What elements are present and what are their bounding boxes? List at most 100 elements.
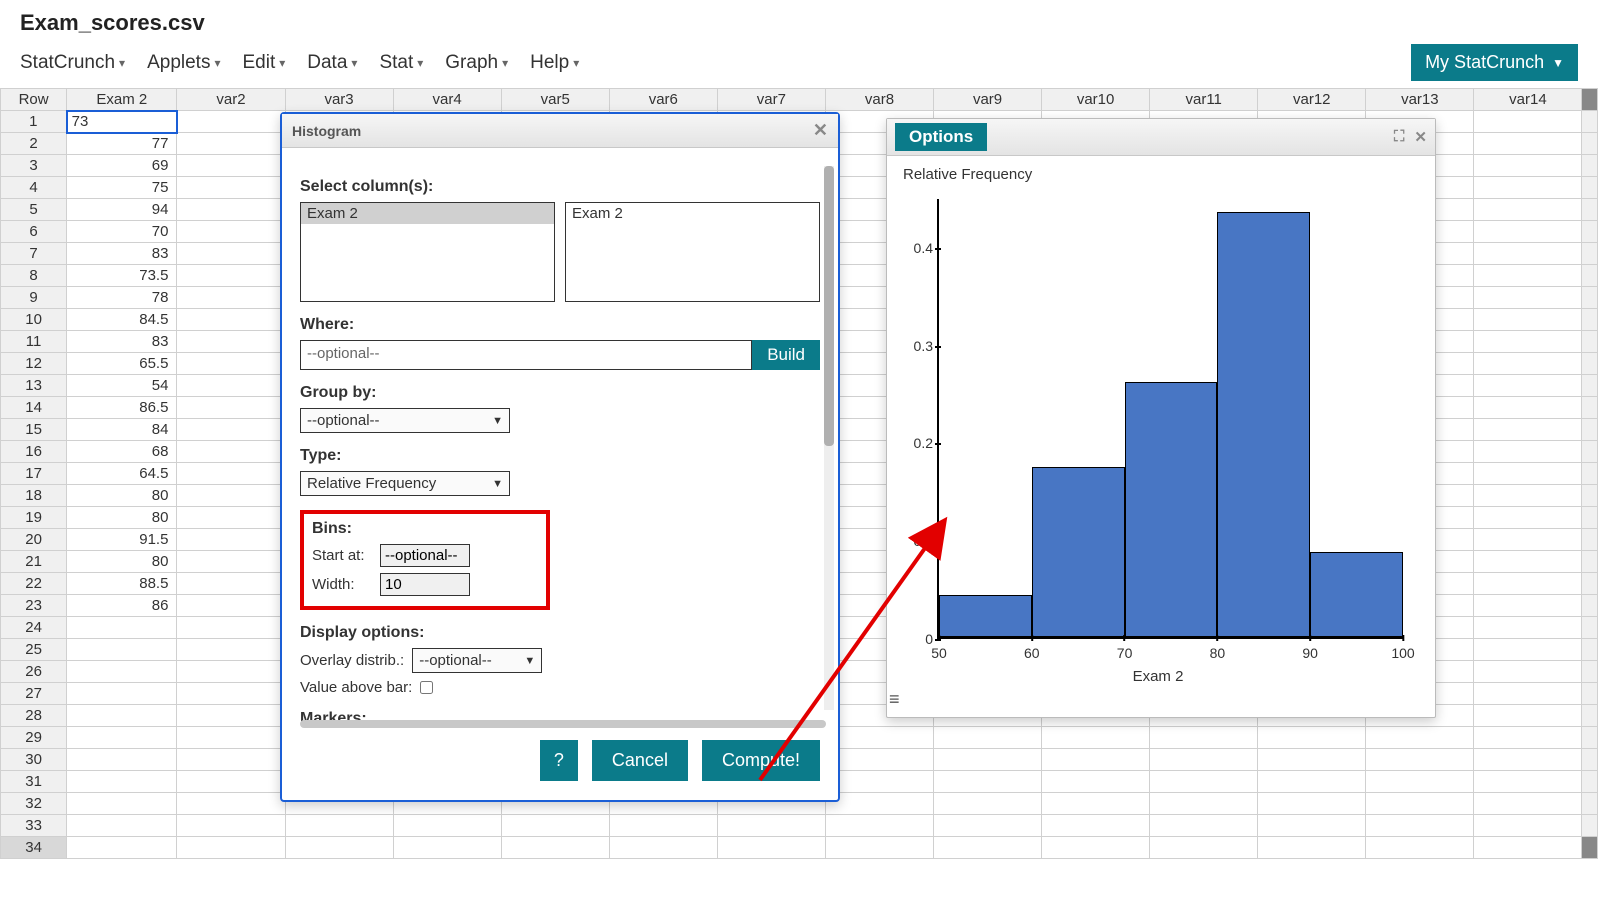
cell[interactable] [1474,705,1582,727]
cell[interactable] [67,705,177,727]
cell[interactable] [177,529,285,551]
cell[interactable] [1474,771,1582,793]
menu-stat[interactable]: Stat▾ [379,52,423,74]
cell[interactable] [825,749,933,771]
row-number[interactable]: 17 [1,463,67,485]
cell[interactable] [1258,815,1366,837]
cell[interactable] [177,749,285,771]
cell[interactable] [67,837,177,859]
row-number[interactable]: 9 [1,287,67,309]
row-number[interactable]: 25 [1,639,67,661]
cell[interactable] [177,573,285,595]
cell[interactable] [1474,265,1582,287]
cell[interactable] [177,177,285,199]
cell[interactable] [67,639,177,661]
cell[interactable] [177,221,285,243]
cell[interactable] [1258,727,1366,749]
cell[interactable]: 86 [67,595,177,617]
cell[interactable] [177,287,285,309]
column-header[interactable]: var5 [501,89,609,111]
cell[interactable] [67,815,177,837]
cell[interactable] [177,661,285,683]
cell[interactable] [67,683,177,705]
row-number[interactable]: 28 [1,705,67,727]
list-item[interactable]: Exam 2 [301,203,554,224]
value-above-bar-checkbox[interactable] [420,681,433,694]
start-at-input[interactable] [380,544,470,567]
cell[interactable]: 84.5 [67,309,177,331]
cell[interactable]: 83 [67,243,177,265]
row-number[interactable]: 24 [1,617,67,639]
cell[interactable] [934,771,1042,793]
cell[interactable] [825,727,933,749]
column-header[interactable]: var10 [1042,89,1150,111]
row-number[interactable]: 8 [1,265,67,287]
cell[interactable] [177,485,285,507]
cell[interactable] [1150,837,1258,859]
cell[interactable] [825,815,933,837]
menu-applets[interactable]: Applets▾ [147,52,220,74]
row-number[interactable]: 16 [1,441,67,463]
cell[interactable] [285,815,393,837]
cell[interactable] [1474,463,1582,485]
cell[interactable]: 84 [67,419,177,441]
row-number[interactable]: 14 [1,397,67,419]
cell[interactable] [1150,815,1258,837]
row-number[interactable]: 12 [1,353,67,375]
cell[interactable] [825,771,933,793]
row-number[interactable]: 3 [1,155,67,177]
cell[interactable] [1474,221,1582,243]
cell[interactable]: 78 [67,287,177,309]
cell[interactable] [1474,243,1582,265]
cell[interactable] [1474,749,1582,771]
cell[interactable]: 73.5 [67,265,177,287]
cell[interactable] [285,837,393,859]
cell[interactable] [177,419,285,441]
cell[interactable] [1474,353,1582,375]
row-number[interactable]: 11 [1,331,67,353]
row-number[interactable]: 34 [1,837,67,859]
cell[interactable] [1366,771,1474,793]
cell[interactable] [1474,595,1582,617]
cell[interactable] [609,815,717,837]
cell[interactable] [934,815,1042,837]
row-number[interactable]: 30 [1,749,67,771]
list-item[interactable]: Exam 2 [566,203,819,224]
cell[interactable]: 75 [67,177,177,199]
menu-help[interactable]: Help▾ [530,52,579,74]
cell[interactable] [67,727,177,749]
column-header[interactable]: var9 [934,89,1042,111]
cell[interactable] [1042,749,1150,771]
row-number[interactable]: 32 [1,793,67,815]
column-header[interactable]: var11 [1150,89,1258,111]
cell[interactable] [1474,815,1582,837]
row-number[interactable]: 26 [1,661,67,683]
cell[interactable] [177,353,285,375]
menu-data[interactable]: Data▾ [307,52,357,74]
cell[interactable] [934,727,1042,749]
cell[interactable] [1366,837,1474,859]
cell[interactable] [177,155,285,177]
cell[interactable] [1474,793,1582,815]
cell[interactable]: 86.5 [67,397,177,419]
close-icon[interactable]: ✕ [1414,128,1427,146]
menu-graph[interactable]: Graph▾ [445,52,508,74]
cell[interactable] [177,793,285,815]
cell[interactable] [934,793,1042,815]
cell[interactable] [1474,551,1582,573]
cell[interactable] [501,837,609,859]
cell[interactable] [1474,441,1582,463]
cell[interactable] [67,661,177,683]
row-number[interactable]: 22 [1,573,67,595]
cell[interactable] [1474,309,1582,331]
cell[interactable]: 80 [67,485,177,507]
cell[interactable] [1474,727,1582,749]
row-number[interactable]: 10 [1,309,67,331]
cell[interactable] [177,199,285,221]
cell[interactable]: 65.5 [67,353,177,375]
build-button[interactable]: Build [752,340,820,370]
menu-edit[interactable]: Edit▾ [242,52,285,74]
cell[interactable]: 91.5 [67,529,177,551]
row-number[interactable]: 29 [1,727,67,749]
cell[interactable] [1258,793,1366,815]
